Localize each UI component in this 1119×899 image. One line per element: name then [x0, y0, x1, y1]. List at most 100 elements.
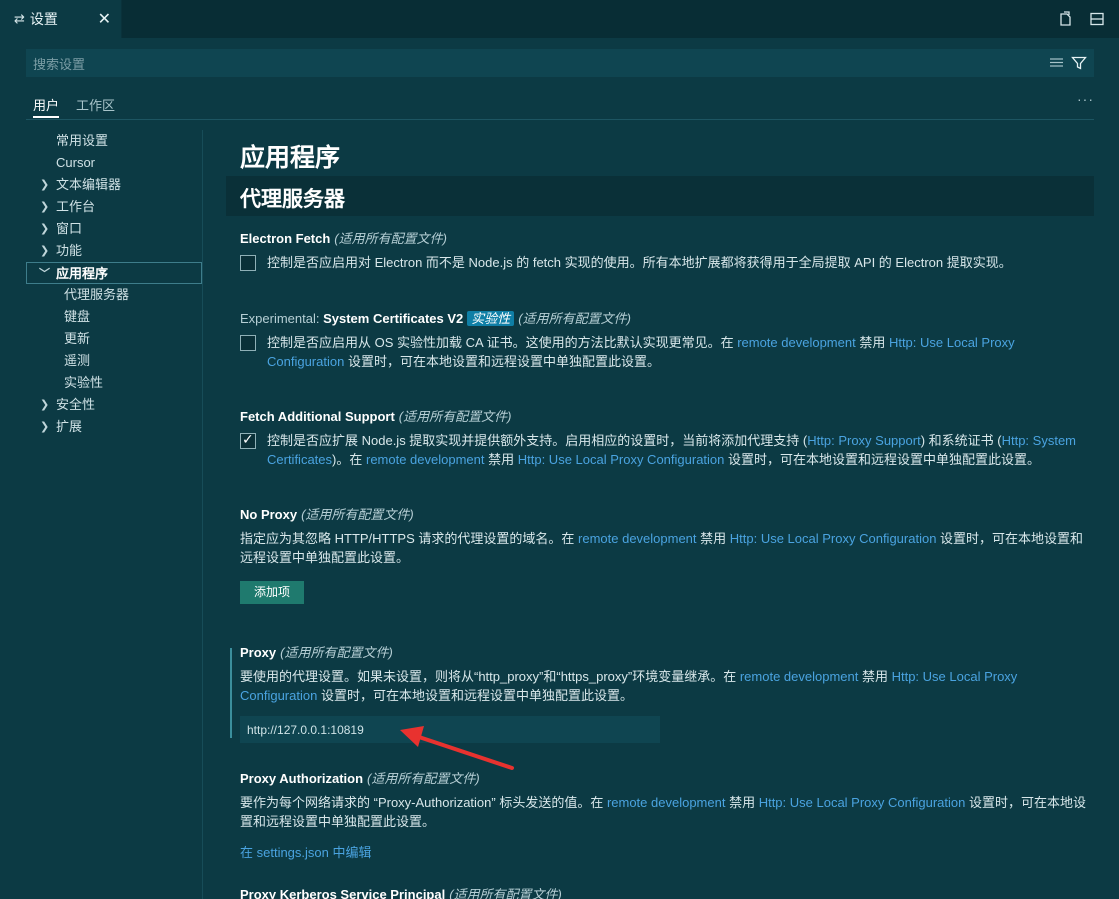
- toc-label: 遥测: [64, 353, 91, 368]
- chevron-right-icon: ❯: [40, 179, 50, 191]
- local-proxy-config-link[interactable]: Configuration: [240, 688, 317, 703]
- proxy-input[interactable]: [240, 716, 660, 743]
- toc-item-window[interactable]: ❯ 窗口: [26, 218, 202, 240]
- chevron-right-icon: ❯: [40, 399, 50, 411]
- setting-title: Proxy: [240, 645, 277, 660]
- toc-item-common[interactable]: 常用设置: [26, 130, 202, 152]
- chevron-right-icon: ❯: [40, 245, 50, 257]
- edit-in-settings-json-link[interactable]: 在 settings.json 中编辑: [240, 842, 1086, 861]
- setting-system-certificates: Experimental: System Certificates V2 实验性(…: [240, 310, 1086, 371]
- settings-tab[interactable]: ⇄ 设置 ✕: [0, 0, 122, 38]
- setting-title: Fetch Additional Support: [240, 409, 395, 424]
- scope-tabs: 用户 工作区 ···: [26, 89, 1094, 120]
- setting-title: Proxy Kerberos Service Principal: [240, 887, 446, 899]
- toc-label: 安全性: [56, 397, 96, 412]
- toc-item-workbench[interactable]: ❯ 工作台: [26, 196, 202, 218]
- scope-note: (适用所有配置文件): [301, 507, 414, 522]
- electron-fetch-checkbox[interactable]: [240, 255, 256, 271]
- toc-item-features[interactable]: ❯ 功能: [26, 240, 202, 262]
- setting-title: Proxy Authorization: [240, 771, 364, 786]
- local-proxy-config-link[interactable]: Http: Use Local Proxy Configuration: [730, 531, 937, 546]
- scope-note: (适用所有配置文件): [334, 231, 447, 246]
- toc-item-cursor[interactable]: Cursor: [26, 152, 202, 174]
- open-settings-json-icon[interactable]: [1055, 9, 1075, 29]
- toc-item-proxy[interactable]: 代理服务器: [26, 284, 202, 306]
- chevron-right-icon: ❯: [40, 201, 50, 213]
- toc-label: 常用设置: [56, 133, 109, 148]
- search-input[interactable]: [27, 50, 1025, 78]
- toc-item-experimental[interactable]: 实验性: [26, 372, 202, 394]
- setting-proxy-authorization: Proxy Authorization (适用所有配置文件) 要作为每个网络请求的…: [240, 770, 1086, 861]
- toc-item-security[interactable]: ❯ 安全性: [26, 394, 202, 416]
- subsection-header: 代理服务器: [226, 176, 1094, 216]
- scope-note: (适用所有配置文件): [367, 771, 480, 786]
- tab-workspace[interactable]: 工作区: [76, 95, 115, 114]
- fetch-support-checkbox[interactable]: ✓: [240, 431, 256, 449]
- editor-tab-bar: ⇄ 设置 ✕: [0, 0, 1119, 38]
- setting-proxy-kerberos: Proxy Kerberos Service Principal (适用所有配置文…: [240, 886, 1086, 899]
- toc-item-telemetry[interactable]: 遥测: [26, 350, 202, 372]
- toc-label: 扩展: [56, 419, 83, 434]
- chevron-right-icon: ❯: [40, 421, 50, 433]
- settings-sliders-icon: ⇄: [14, 11, 25, 26]
- remote-development-link[interactable]: remote development: [578, 531, 697, 546]
- remote-development-link[interactable]: remote development: [366, 452, 485, 467]
- more-actions-icon[interactable]: ···: [1077, 91, 1094, 107]
- chevron-down-icon: ﹀: [39, 268, 50, 280]
- settings-toc: 常用设置 Cursor ❯ 文本编辑器 ❯ 工作台 ❯ 窗口 ❯ 功能 ﹀ 应用程序 代理…: [26, 130, 202, 438]
- settings-search: [26, 49, 1094, 78]
- toc-label: 键盘: [64, 309, 91, 324]
- toc-label: 文本编辑器: [56, 177, 122, 192]
- remote-development-link[interactable]: remote development: [607, 795, 726, 810]
- toc-label: 窗口: [56, 221, 83, 236]
- toc-divider: [202, 130, 203, 899]
- remote-development-link[interactable]: remote development: [740, 669, 859, 684]
- experimental-badge: 实验性: [467, 311, 515, 326]
- setting-title: Electron Fetch: [240, 231, 331, 246]
- toc-label: 代理服务器: [64, 287, 130, 302]
- split-editor-icon[interactable]: [1087, 9, 1107, 29]
- close-tab-icon[interactable]: ✕: [98, 9, 111, 29]
- section-title: 应用程序: [240, 144, 341, 172]
- tab-title: 设置: [29, 11, 58, 27]
- system-certs-checkbox[interactable]: [240, 335, 256, 351]
- scope-note: (适用所有配置文件): [449, 887, 562, 899]
- local-proxy-config-link[interactable]: Http: Use Local Proxy Configuration: [759, 795, 966, 810]
- setting-proxy: Proxy (适用所有配置文件) 要使用的代理设置。如果未设置，则将从“http_…: [240, 644, 1086, 743]
- scope-note: (适用所有配置文件): [280, 645, 393, 660]
- setting-desc: 控制是否应扩展 Node.js 提取实现并提供额外支持。启用相应的设置时，当前将…: [267, 433, 1077, 467]
- filter-icon[interactable]: [1071, 55, 1087, 74]
- proxy-support-link[interactable]: Http: Proxy Support: [807, 433, 920, 448]
- toc-item-text-editor[interactable]: ❯ 文本编辑器: [26, 174, 202, 196]
- local-proxy-config-link[interactable]: Configuration: [267, 354, 344, 369]
- setting-desc: 控制是否应启用从 OS 实验性加载 CA 证书。这使用的方法比默认实现更常见。在…: [267, 335, 1015, 369]
- setting-fetch-additional-support: Fetch Additional Support (适用所有配置文件) ✓ 控制是…: [240, 408, 1086, 469]
- setting-title: System Certificates V2: [323, 311, 464, 326]
- local-proxy-config-link[interactable]: Http: Use Local Proxy Configuration: [518, 452, 725, 467]
- remote-development-link[interactable]: remote development: [737, 335, 856, 350]
- toc-item-extensions[interactable]: ❯ 扩展: [26, 416, 202, 438]
- setting-title: No Proxy: [240, 507, 298, 522]
- subsection-title: 代理服务器: [240, 188, 345, 211]
- setting-desc: 控制是否应启用对 Electron 而不是 Node.js 的 fetch 实现…: [267, 255, 1012, 270]
- toc-item-application[interactable]: ﹀ 应用程序: [26, 262, 202, 284]
- toc-item-update[interactable]: 更新: [26, 328, 202, 350]
- chevron-right-icon: ❯: [40, 223, 50, 235]
- scope-note: (适用所有配置文件): [398, 409, 512, 424]
- local-proxy-config-link[interactable]: Http: Use Local Proxy: [892, 669, 1018, 684]
- toc-label: Cursor: [56, 155, 96, 170]
- toc-label: 更新: [64, 331, 91, 346]
- setting-electron-fetch: Electron Fetch (适用所有配置文件) 控制是否应启用对 Electr…: [240, 230, 1086, 272]
- add-item-button[interactable]: 添加项: [240, 581, 305, 604]
- local-proxy-config-link[interactable]: Http: Use Local Proxy: [889, 335, 1015, 350]
- setting-no-proxy: No Proxy (适用所有配置文件) 指定应为其忽略 HTTP/HTTPS 请求…: [240, 506, 1086, 604]
- toc-item-keyboard[interactable]: 键盘: [26, 306, 202, 328]
- toc-label: 功能: [56, 243, 83, 258]
- toc-label: 实验性: [64, 375, 104, 390]
- settings-content: 应用程序 代理服务器 Electron Fetch (适用所有配置文件) 控制是否…: [226, 130, 1094, 899]
- scope-note: (适用所有配置文件): [518, 311, 631, 326]
- toc-label: 工作台: [56, 199, 96, 214]
- tab-user[interactable]: 用户: [33, 95, 60, 118]
- setting-prefix: Experimental:: [240, 311, 324, 326]
- clear-filter-icon[interactable]: [1049, 55, 1065, 74]
